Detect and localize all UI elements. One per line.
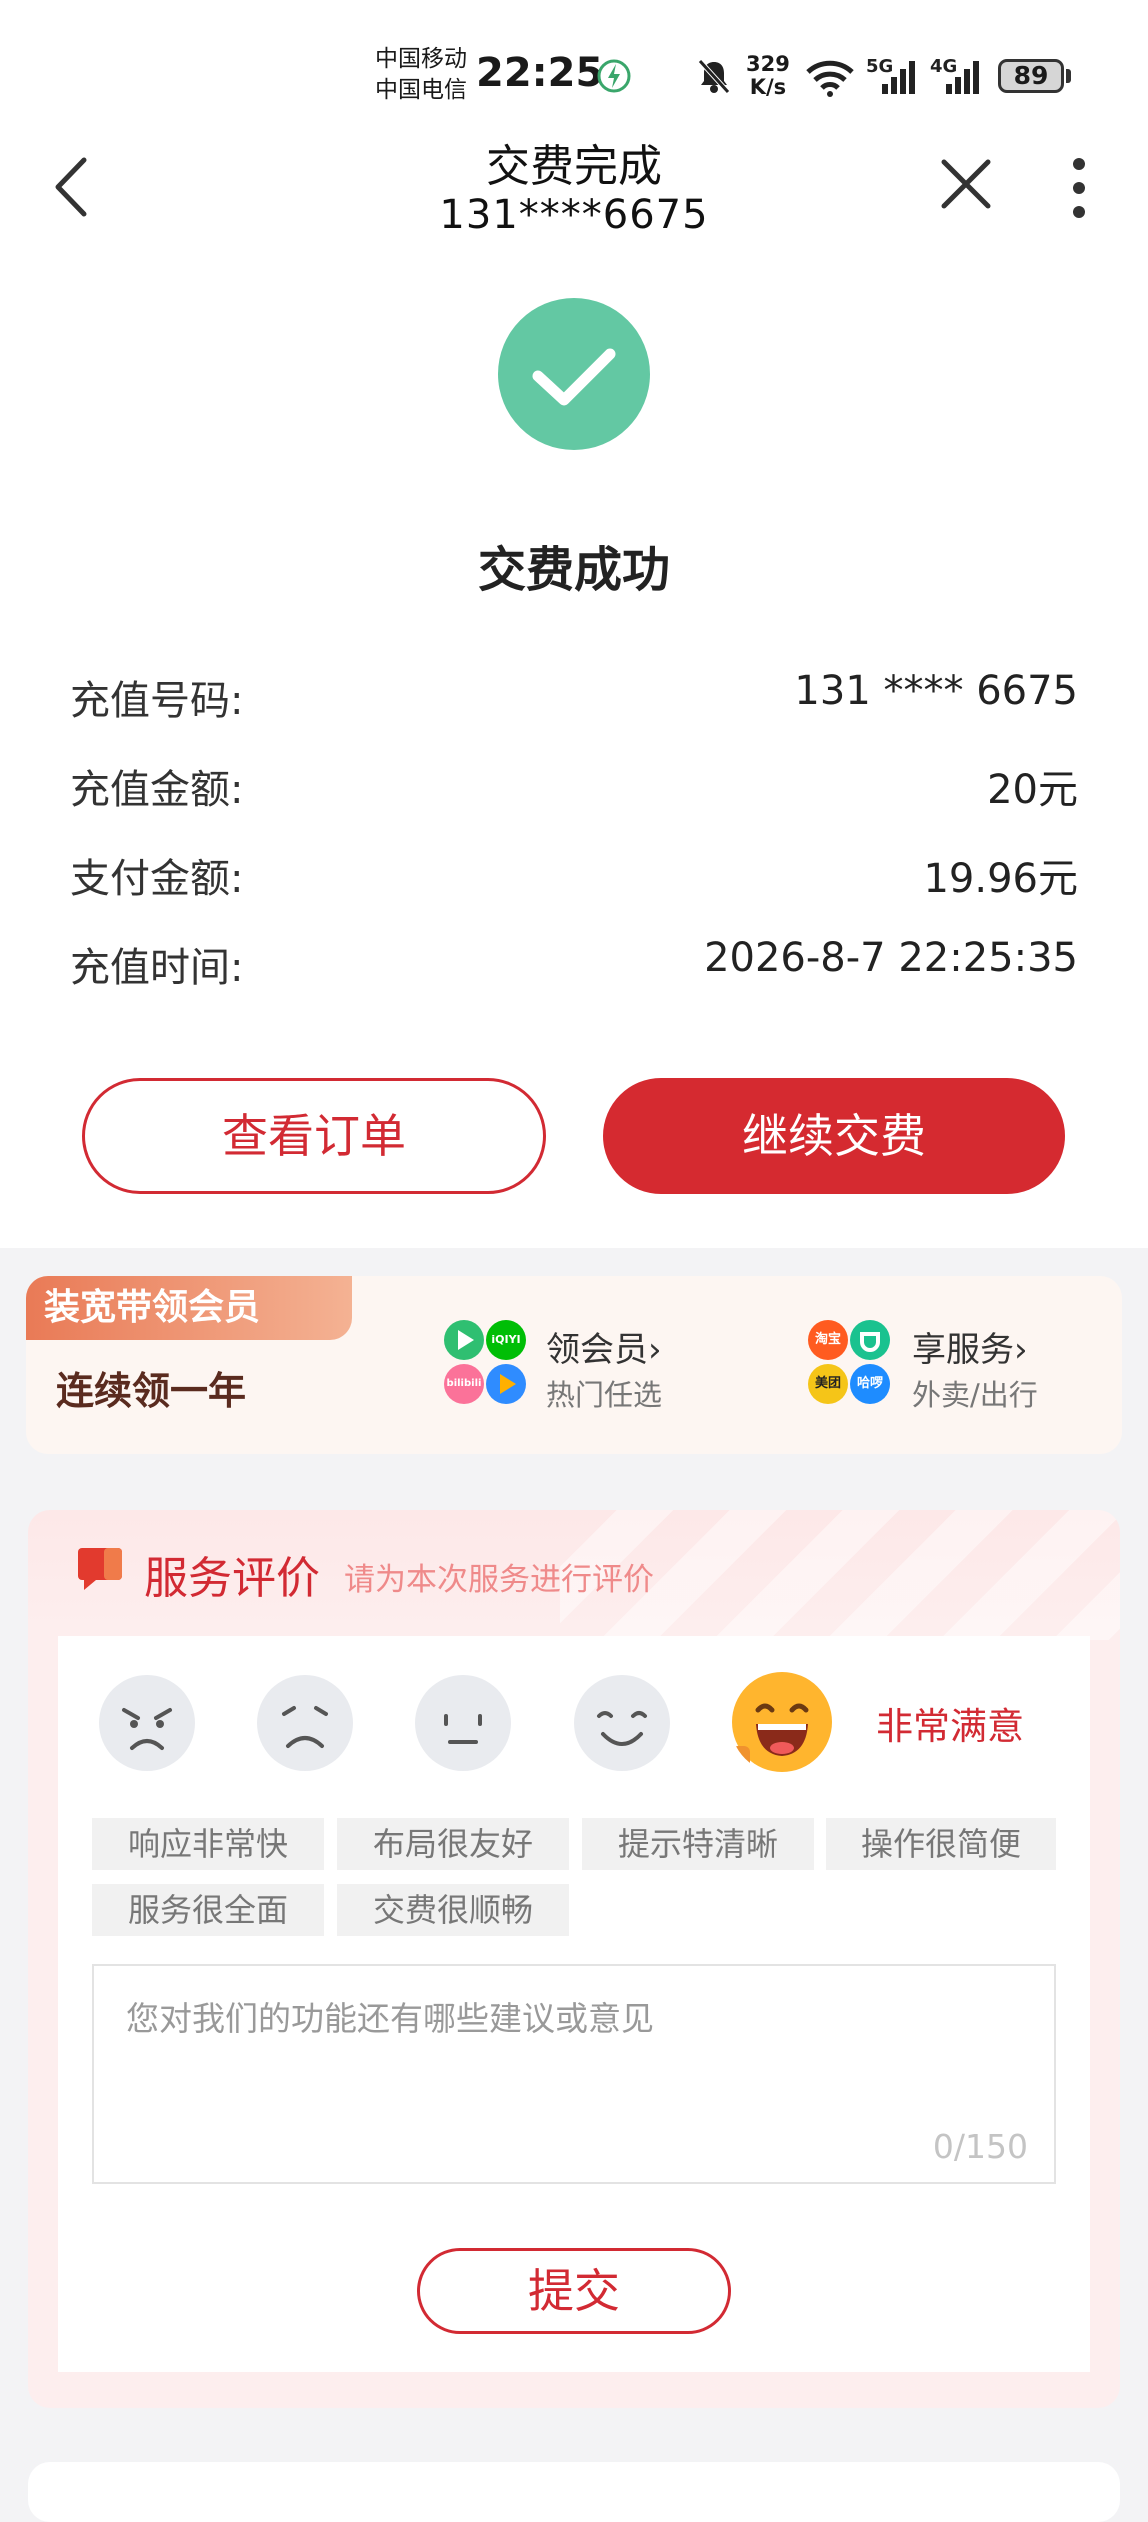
wifi-icon (806, 60, 854, 97)
signal-bars-icon-2 (946, 61, 979, 94)
tag-comprehensive-service[interactable]: 服务很全面 (92, 1884, 324, 1936)
info-label: 支付金额: (70, 856, 244, 902)
status-bar: 中国移动 中国电信 22:25 329 K/s 5G 4G 89 (0, 0, 1148, 140)
iqiyi-logo: iQIYI (486, 1320, 526, 1360)
info-label: 充值时间: (70, 945, 244, 991)
info-value: 2026-8-7 22:25:35 (704, 935, 1078, 981)
signal-bars-icon (882, 61, 915, 94)
meituan-logo: 美团 (808, 1364, 848, 1404)
info-row-paid: 支付金额: 19.96元 (70, 846, 1078, 906)
tag-smooth-payment[interactable]: 交费很顺畅 (337, 1884, 569, 1936)
tag-easy-operation[interactable]: 操作很简便 (826, 1818, 1056, 1870)
carrier-names: 中国移动 中国电信 (375, 44, 467, 106)
continue-pay-button[interactable]: 继续交费 (603, 1078, 1065, 1194)
feedback-textarea[interactable]: 您对我们的功能还有哪些建议或意见 0/150 (92, 1964, 1056, 2184)
info-row-amount: 充值金额: 20元 (70, 757, 1078, 817)
info-row-number: 充值号码: 131 **** 6675 (70, 668, 1078, 728)
speed-value: 329 (746, 52, 790, 76)
promo-item2-title: 享服务› (912, 1330, 1028, 1370)
carrier-2: 中国电信 (375, 77, 467, 103)
angry-face-icon[interactable] (98, 1674, 196, 1772)
rating-subtitle: 请为本次服务进行评价 (344, 1562, 654, 1598)
battery-level: 89 (998, 59, 1064, 93)
taobao-logo: 淘宝 (808, 1320, 848, 1360)
video-play-icon (444, 1320, 484, 1360)
feedback-counter: 0/150 (932, 2127, 1028, 2166)
tag-fast-response[interactable]: 响应非常快 (92, 1818, 324, 1870)
success-check (498, 298, 650, 450)
smile-face-icon[interactable] (573, 1674, 671, 1772)
promo-main-text: 连续领一年 (56, 1369, 247, 1413)
tag-friendly-layout[interactable]: 布局很友好 (337, 1818, 569, 1870)
laugh-face-icon[interactable] (730, 1670, 834, 1774)
sad-face-icon[interactable] (256, 1674, 354, 1772)
network-speed: 329 K/s (746, 53, 790, 99)
battery-tip (1066, 69, 1071, 83)
promo-item2-sub: 外卖/出行 (912, 1378, 1038, 1412)
feedback-placeholder: 您对我们的功能还有哪些建议或意见 (126, 1999, 654, 2038)
broadband-promo-banner[interactable]: 装宽带领会员 连续领一年 iQIYI bilibili 领会员› 热门任选 淘宝… (26, 1276, 1122, 1454)
chat-icon (78, 1548, 122, 1590)
mute-bell-icon (698, 59, 730, 94)
close-icon[interactable] (938, 156, 994, 212)
selected-rating-label: 非常满意 (876, 1705, 1024, 1748)
charging-icon (597, 59, 631, 93)
info-label: 充值金额: (70, 767, 244, 813)
youku-logo (486, 1364, 526, 1404)
hello-logo: 哈啰 (850, 1364, 890, 1404)
check-icon (532, 348, 616, 406)
info-value: 131 **** 6675 (794, 668, 1078, 714)
submit-button[interactable]: 提交 (417, 2248, 731, 2334)
didi-logo (850, 1320, 890, 1360)
speed-unit: K/s (749, 75, 787, 99)
info-value: 19.96元 (923, 856, 1078, 902)
success-title: 交费成功 (477, 542, 670, 598)
info-row-time: 充值时间: 2026-8-7 22:25:35 (70, 935, 1078, 995)
bilibili-logo: bilibili (444, 1364, 484, 1404)
promo-item1-title: 领会员› (546, 1330, 662, 1370)
info-value: 20元 (987, 767, 1078, 813)
rating-title: 服务评价 (144, 1553, 320, 1604)
tag-clear-prompts[interactable]: 提示特清晰 (582, 1818, 814, 1870)
info-label: 充值号码: (70, 678, 244, 724)
carrier-1: 中国移动 (375, 46, 467, 72)
clock: 22:25 (476, 50, 604, 96)
more-vertical-icon[interactable] (1064, 156, 1094, 220)
next-card-peek (28, 2462, 1120, 2522)
neutral-face-icon[interactable] (414, 1674, 512, 1772)
promo-item1-sub: 热门任选 (546, 1378, 663, 1412)
promo-tag: 装宽带领会员 (26, 1276, 352, 1340)
view-order-button[interactable]: 查看订单 (82, 1078, 546, 1194)
